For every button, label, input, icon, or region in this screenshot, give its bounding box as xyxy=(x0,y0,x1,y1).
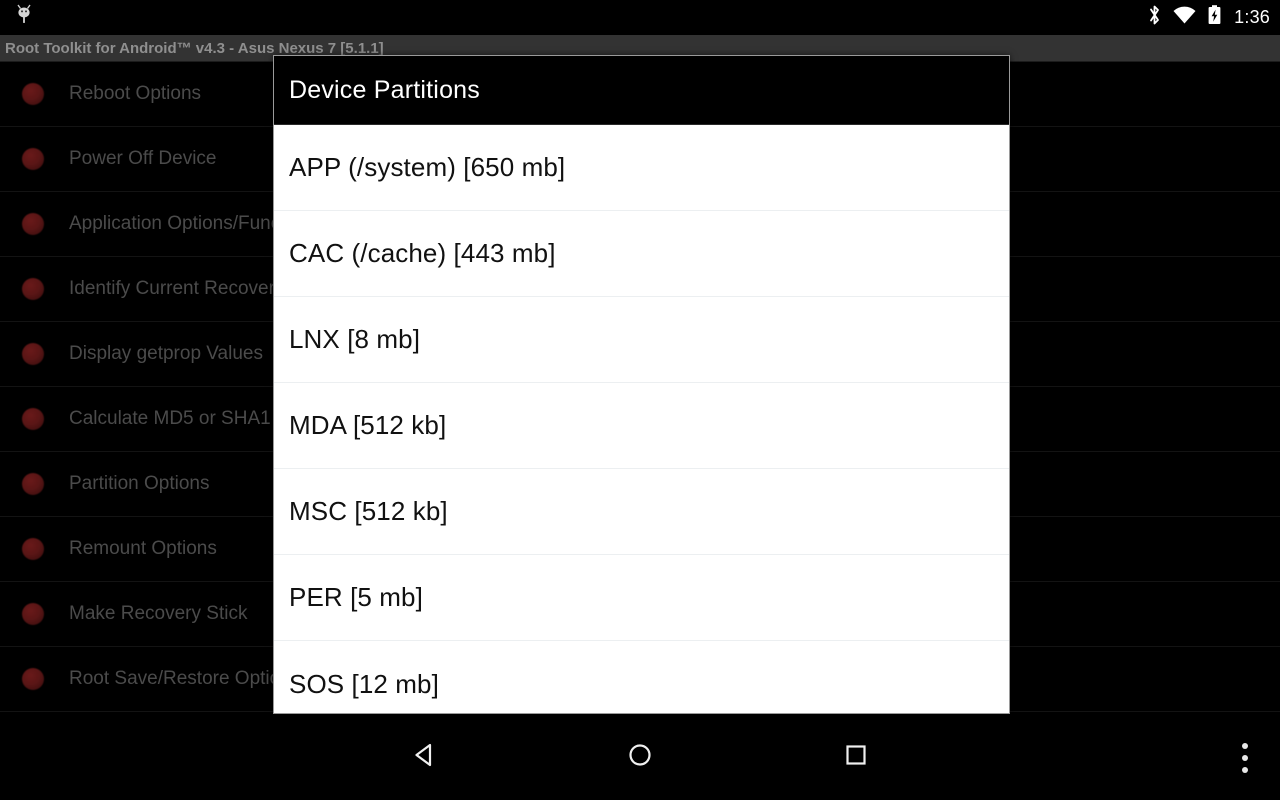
bullet-icon xyxy=(22,148,44,170)
partition-row[interactable]: MDA [512 kb] xyxy=(274,383,1009,469)
device-partitions-dialog: Device Partitions APP (/system) [650 mb]… xyxy=(273,55,1010,714)
partition-label: MSC [512 kb] xyxy=(289,496,448,526)
back-button[interactable] xyxy=(377,715,473,800)
status-bar-icons: 1:36 xyxy=(1147,0,1270,35)
partition-row[interactable]: SOS [12 mb] xyxy=(274,641,1009,713)
partition-row[interactable]: CAC (/cache) [443 mb] xyxy=(274,211,1009,297)
partition-label: SOS [12 mb] xyxy=(289,668,439,699)
home-button[interactable] xyxy=(592,715,688,800)
bullet-icon xyxy=(22,213,44,235)
bullet-icon xyxy=(22,83,44,105)
partition-label: LNX [8 mb] xyxy=(289,324,421,354)
bullet-icon xyxy=(22,278,44,300)
overflow-menu-icon xyxy=(1242,766,1248,773)
overflow-menu-icon xyxy=(1242,742,1248,749)
list-item-label: Display getprop Values xyxy=(69,343,263,364)
list-item-label: Root Save/Restore Options xyxy=(69,668,301,689)
partition-list[interactable]: APP (/system) [650 mb] CAC (/cache) [443… xyxy=(274,125,1009,713)
navigation-bar xyxy=(0,715,1280,800)
partition-label: CAC (/cache) [443 mb] xyxy=(289,238,556,268)
bluetooth-icon xyxy=(1147,4,1162,31)
bullet-icon xyxy=(22,603,44,625)
list-item-label: Partition Options xyxy=(69,473,210,494)
android-screen: 1:36 Root Toolkit for Android™ v4.3 - As… xyxy=(0,0,1280,800)
overflow-menu-button[interactable] xyxy=(1218,715,1272,800)
partition-label: APP (/system) [650 mb] xyxy=(289,152,566,182)
partition-row[interactable]: APP (/system) [650 mb] xyxy=(274,125,1009,211)
partition-row[interactable]: MSC [512 kb] xyxy=(274,469,1009,555)
list-item-label: Identify Current Recovery xyxy=(69,278,285,299)
app-title: Root Toolkit for Android™ v4.3 - Asus Ne… xyxy=(5,39,384,57)
bullet-icon xyxy=(22,408,44,430)
dialog-header: Device Partitions xyxy=(274,56,1009,125)
recents-button[interactable] xyxy=(808,715,904,800)
overflow-menu-icon xyxy=(1242,754,1248,761)
partition-label: MDA [512 kb] xyxy=(289,410,447,440)
partition-label: PER [5 mb] xyxy=(289,582,423,612)
status-bar: 1:36 xyxy=(0,0,1280,35)
list-item-label: Power Off Device xyxy=(69,148,217,169)
bullet-icon xyxy=(22,343,44,365)
partition-row[interactable]: LNX [8 mb] xyxy=(274,297,1009,383)
partition-row[interactable]: PER [5 mb] xyxy=(274,555,1009,641)
back-icon xyxy=(410,740,440,775)
list-item-label: Calculate MD5 or SHA1 xyxy=(69,408,271,429)
list-item-label: Remount Options xyxy=(69,538,217,559)
bullet-icon xyxy=(22,538,44,560)
list-item-label: Make Recovery Stick xyxy=(69,603,248,624)
status-clock: 1:36 xyxy=(1234,7,1270,27)
bullet-icon xyxy=(22,473,44,495)
battery-charging-icon xyxy=(1207,4,1222,31)
dialog-title: Device Partitions xyxy=(289,75,480,104)
bullet-icon xyxy=(22,668,44,690)
list-item-label: Reboot Options xyxy=(69,83,202,104)
home-icon xyxy=(625,740,655,775)
recents-icon xyxy=(841,740,871,775)
wifi-icon xyxy=(1172,4,1197,31)
android-head-icon xyxy=(13,3,35,25)
